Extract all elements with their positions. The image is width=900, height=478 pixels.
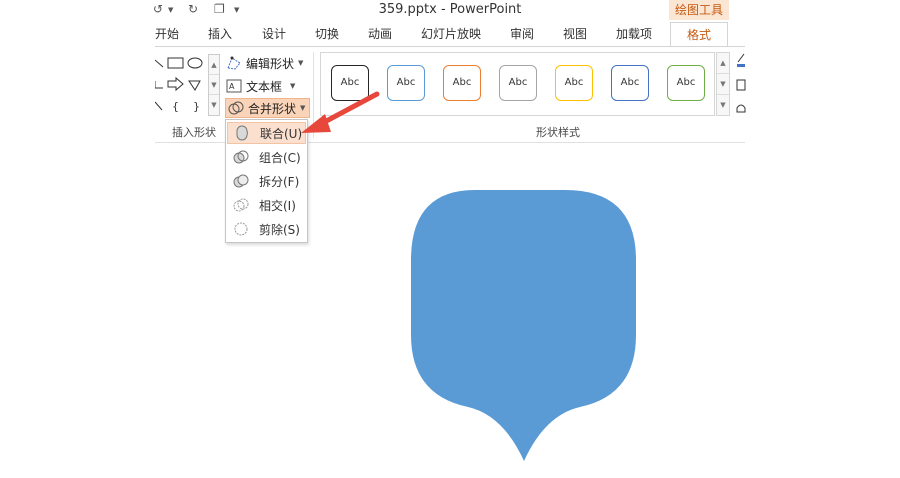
merge-shapes-icon: [228, 100, 244, 116]
scroll-up-icon[interactable]: ▲: [717, 53, 729, 74]
insert-shapes-group-label: 插入形状: [172, 126, 216, 139]
subtract-icon: [233, 221, 249, 237]
menu-item-intersect[interactable]: 相交(I): [227, 194, 306, 216]
edit-shape-button[interactable]: 编辑形状 ▼: [226, 53, 303, 73]
edit-shape-icon: [226, 55, 242, 71]
svg-text:A: A: [229, 82, 235, 91]
combine-icon: [233, 149, 249, 165]
union-icon: [234, 125, 250, 141]
scroll-down-icon[interactable]: ▼: [209, 75, 219, 95]
shape-style-swatch[interactable]: Abc: [611, 65, 649, 101]
chevron-down-icon: ▼: [298, 59, 304, 67]
shape-styles-group-label: 形状样式: [536, 126, 580, 139]
style-gallery-scroll[interactable]: ▲ ▼ ▼: [716, 52, 730, 116]
shape-fill-outline-icons[interactable]: [736, 52, 746, 122]
menu-item-subtract[interactable]: 剪除(S): [227, 218, 306, 240]
menu-item-combine[interactable]: 组合(C): [227, 146, 306, 168]
tab-addins[interactable]: 加载项: [616, 25, 652, 42]
shape-style-swatch[interactable]: Abc: [667, 65, 705, 101]
text-box-icon: A: [226, 78, 242, 94]
window-title: 359.pptx - PowerPoint: [378, 2, 522, 17]
tab-view[interactable]: 视图: [563, 25, 587, 42]
edit-shape-label: 编辑形状: [246, 56, 295, 71]
shape-gallery-scroll[interactable]: ▲ ▼ ▼: [208, 54, 220, 116]
tab-home[interactable]: 开始: [155, 25, 179, 42]
tab-transitions[interactable]: 切换: [315, 25, 339, 42]
shape-style-swatch[interactable]: Abc: [443, 65, 481, 101]
fragment-icon: [233, 173, 249, 189]
annotation-arrow-icon: [301, 91, 380, 133]
gallery-more-icon[interactable]: ▼: [209, 95, 219, 115]
tab-slideshow[interactable]: 幻灯片放映: [421, 25, 481, 42]
tab-design[interactable]: 设计: [262, 25, 286, 42]
shape-thumbnails-icon: { }: [155, 57, 203, 113]
menu-item-label: 剪除(S): [259, 222, 300, 237]
ribbon-tabs: 开始 插入 设计 切换 动画 幻灯片放映 审阅 视图 加载项 格式: [155, 22, 745, 47]
shape-style-swatch[interactable]: Abc: [499, 65, 537, 101]
shape-style-swatch[interactable]: Abc: [387, 65, 425, 101]
text-box-label: 文本框: [246, 79, 283, 94]
menu-item-label: 拆分(F): [259, 174, 300, 189]
tab-format[interactable]: 格式: [670, 22, 729, 47]
menu-item-label: 组合(C): [259, 150, 301, 165]
insert-shape-gallery[interactable]: { }: [155, 54, 207, 114]
tab-review[interactable]: 审阅: [510, 25, 534, 42]
text-box-button[interactable]: A 文本框 ▼: [226, 76, 295, 96]
drawing-tools-context-tab: 绘图工具: [669, 0, 729, 20]
menu-item-label: 相交(I): [259, 198, 296, 213]
intersect-icon: [233, 197, 249, 213]
merge-shapes-label: 合并形状: [248, 101, 297, 116]
merged-shape[interactable]: [405, 185, 641, 465]
scroll-down-icon[interactable]: ▼: [717, 74, 729, 95]
svg-text:}: }: [193, 100, 200, 113]
shape-style-swatch[interactable]: Abc: [555, 65, 593, 101]
scroll-up-icon[interactable]: ▲: [209, 55, 219, 75]
gallery-more-icon[interactable]: ▼: [717, 95, 729, 116]
tab-insert[interactable]: 插入: [208, 25, 232, 42]
menu-item-fragment[interactable]: 拆分(F): [227, 170, 306, 192]
tab-animations[interactable]: 动画: [368, 25, 392, 42]
svg-text:{: {: [172, 100, 179, 113]
